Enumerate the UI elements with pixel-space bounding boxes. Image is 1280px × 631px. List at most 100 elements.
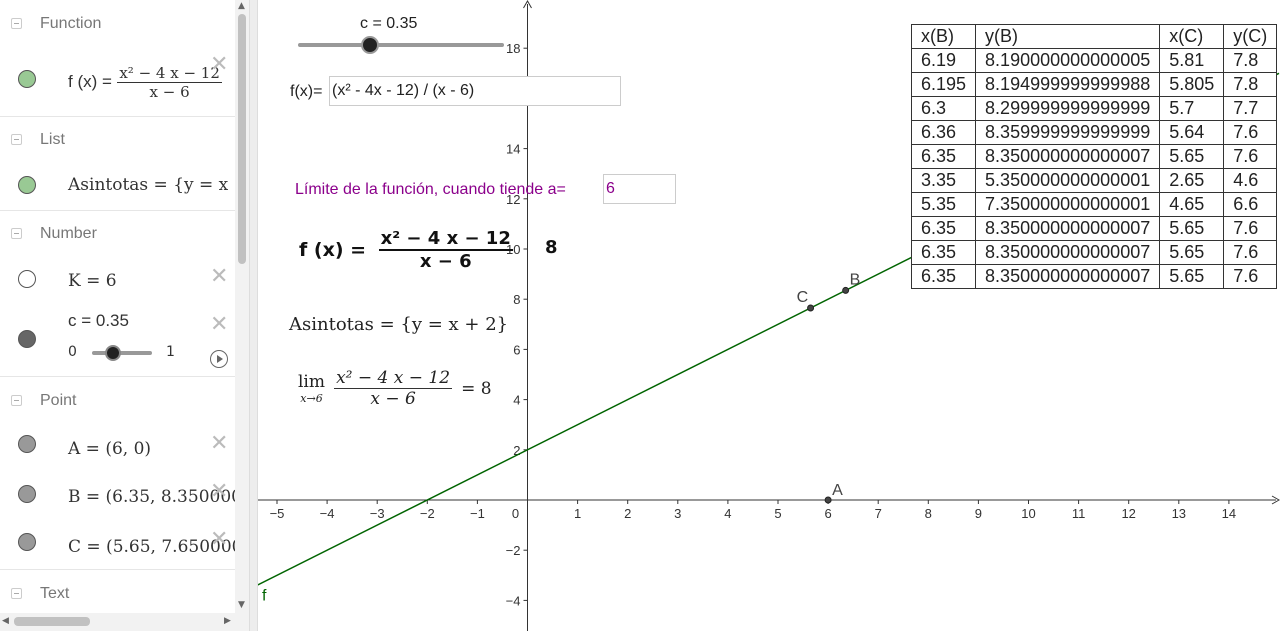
table-row: 6.35 8.350000000000007 5.65 7.6 <box>910 264 1278 289</box>
x-tick-label: 2 <box>624 506 631 521</box>
point-c[interactable] <box>807 304 815 312</box>
collapse-toggle-icon[interactable] <box>11 228 22 239</box>
x-tick-label: 0 <box>512 506 519 521</box>
algebra-item-f[interactable]: f (x) = x² − 4 x − 12 x − 6 ✕ <box>0 46 235 117</box>
table-cell: 5.65 <box>1159 144 1225 169</box>
slider-c-track[interactable] <box>298 36 504 54</box>
scroll-down-icon[interactable]: ▼ <box>238 600 245 610</box>
category-text[interactable]: Text <box>0 572 235 613</box>
function-definition[interactable]: f (x) = x² − 4 x − 12 x − 6 <box>68 64 222 101</box>
x-tick-label: 8 <box>925 506 932 521</box>
delete-icon[interactable]: ✕ <box>210 433 228 455</box>
line-label-f: f <box>262 587 267 604</box>
slider-c-label: c = 0.35 <box>360 15 418 32</box>
x-tick-label: −2 <box>420 506 435 521</box>
algebra-item-c[interactable]: c = 0.35 ✕ 0 1 <box>0 304 235 377</box>
scrollbar-thumb[interactable] <box>14 617 90 626</box>
visibility-toggle-icon[interactable] <box>18 533 36 551</box>
slider-track[interactable] <box>92 345 152 361</box>
collapse-toggle-icon[interactable] <box>11 588 22 599</box>
table-cell: 7.6 <box>1223 120 1278 145</box>
table-cell: 6.35 <box>910 264 977 289</box>
point-definition[interactable]: A = (6, 0) <box>68 439 151 459</box>
table-cell: 5.64 <box>1159 120 1225 145</box>
visibility-toggle-icon[interactable] <box>18 70 36 88</box>
category-label: Function <box>40 15 102 32</box>
point-b[interactable] <box>842 286 850 294</box>
delete-icon[interactable]: ✕ <box>210 529 228 551</box>
table-header-cell: x(C) <box>1159 24 1225 49</box>
y-tick-label: 14 <box>506 142 520 157</box>
table-row: 3.35 5.350000000000001 2.65 4.6 <box>910 168 1278 193</box>
algebra-item-asintotas[interactable]: Asintotas = {y = x + 2} <box>0 162 235 211</box>
visibility-toggle-icon[interactable] <box>18 176 36 194</box>
collapse-toggle-icon[interactable] <box>11 134 22 145</box>
delete-icon[interactable]: ✕ <box>210 314 228 336</box>
fraction-denominator: x − 6 <box>149 83 190 101</box>
slider-definition[interactable]: c = 0.35 <box>68 311 129 331</box>
table-cell: 5.805 <box>1159 72 1225 97</box>
point-label-b: B <box>850 271 861 288</box>
algebra-vertical-scrollbar[interactable]: ▲ ▼ <box>235 0 249 613</box>
input-f-field[interactable]: (x² - 4x - 12) / (x - 6) <box>329 76 621 106</box>
collapse-toggle-icon[interactable] <box>11 395 22 406</box>
algebra-horizontal-scrollbar[interactable]: ◀ ▶ <box>0 613 249 631</box>
collapse-toggle-icon[interactable] <box>11 18 22 29</box>
table-row: 6.36 8.359999999999999 5.64 7.6 <box>910 120 1278 145</box>
category-point[interactable]: Point <box>0 379 235 424</box>
table-cell: 7.7 <box>1223 96 1278 121</box>
table-cell: 7.350000000000001 <box>975 192 1161 217</box>
x-tick-label: 4 <box>724 506 731 521</box>
x-tick-label: 6 <box>824 506 831 521</box>
scrollbar-thumb[interactable] <box>238 14 246 264</box>
view-divider[interactable] <box>249 0 258 631</box>
table-cell: 7.8 <box>1223 72 1278 97</box>
slider-c-thumb[interactable] <box>361 36 380 54</box>
table-row: 6.35 8.350000000000007 5.65 7.6 <box>910 144 1278 169</box>
table-cell: 8.350000000000007 <box>975 240 1161 265</box>
table-cell: 8.299999999999999 <box>975 96 1161 121</box>
list-definition[interactable]: Asintotas = {y = x + 2} <box>68 175 235 195</box>
algebra-item-a[interactable]: A = (6, 0) ✕ <box>0 423 235 472</box>
table-cell: 5.65 <box>1159 240 1225 265</box>
y-tick-label: 4 <box>513 393 520 408</box>
number-definition[interactable]: K = 6 <box>68 271 117 291</box>
function-lhs: f (x) = <box>68 72 112 91</box>
category-number[interactable]: Number <box>0 212 235 257</box>
delete-icon[interactable]: ✕ <box>210 54 228 76</box>
table-cell: 4.65 <box>1159 192 1225 217</box>
table-header-cell: x(B) <box>910 24 977 49</box>
table-row: 6.195 8.194999999999988 5.805 7.8 <box>910 72 1278 97</box>
table-cell: 8.359999999999999 <box>975 120 1161 145</box>
table-cell: 6.35 <box>910 240 977 265</box>
visibility-toggle-icon[interactable] <box>18 485 36 503</box>
x-tick-label: 7 <box>875 506 882 521</box>
scroll-up-icon[interactable]: ▲ <box>238 1 245 11</box>
point-a[interactable] <box>824 496 832 504</box>
x-tick-label: 9 <box>975 506 982 521</box>
scroll-left-icon[interactable]: ◀ <box>2 616 9 626</box>
delete-icon[interactable]: ✕ <box>210 481 228 503</box>
table-cell: 8.190000000000005 <box>975 48 1161 73</box>
limit-input-field[interactable]: 6 <box>603 174 676 204</box>
category-function[interactable]: Function <box>0 2 235 47</box>
scroll-right-icon[interactable]: ▶ <box>224 616 231 626</box>
table-cell: 6.19 <box>910 48 977 73</box>
table-cell: 8.350000000000007 <box>975 144 1161 169</box>
table-cell: 6.3 <box>910 96 977 121</box>
y-tick-label: 8 <box>513 292 520 307</box>
table-cell: 7.6 <box>1223 240 1278 265</box>
visibility-toggle-icon[interactable] <box>18 330 36 348</box>
y-tick-label: 18 <box>506 41 520 56</box>
visibility-toggle-icon[interactable] <box>18 270 36 288</box>
algebra-item-k[interactable]: K = 6 ✕ <box>0 256 235 305</box>
display-numerator: x² − 4 x − 12 <box>378 228 513 251</box>
play-icon[interactable] <box>210 350 228 368</box>
category-list[interactable]: List <box>0 118 235 163</box>
algebra-item-c-point[interactable]: C = (5.65, 7.65000000000001) ✕ <box>0 519 235 570</box>
visibility-toggle-icon[interactable] <box>18 435 36 453</box>
slider-thumb[interactable] <box>105 345 121 361</box>
values-table: x(B) y(B) x(C) y(C) 6.19 8.190000000000005 5.8… <box>910 24 1278 289</box>
delete-icon[interactable]: ✕ <box>210 266 228 288</box>
algebra-item-b[interactable]: B = (6.35, 8.35000000000001) ✕ <box>0 471 235 520</box>
